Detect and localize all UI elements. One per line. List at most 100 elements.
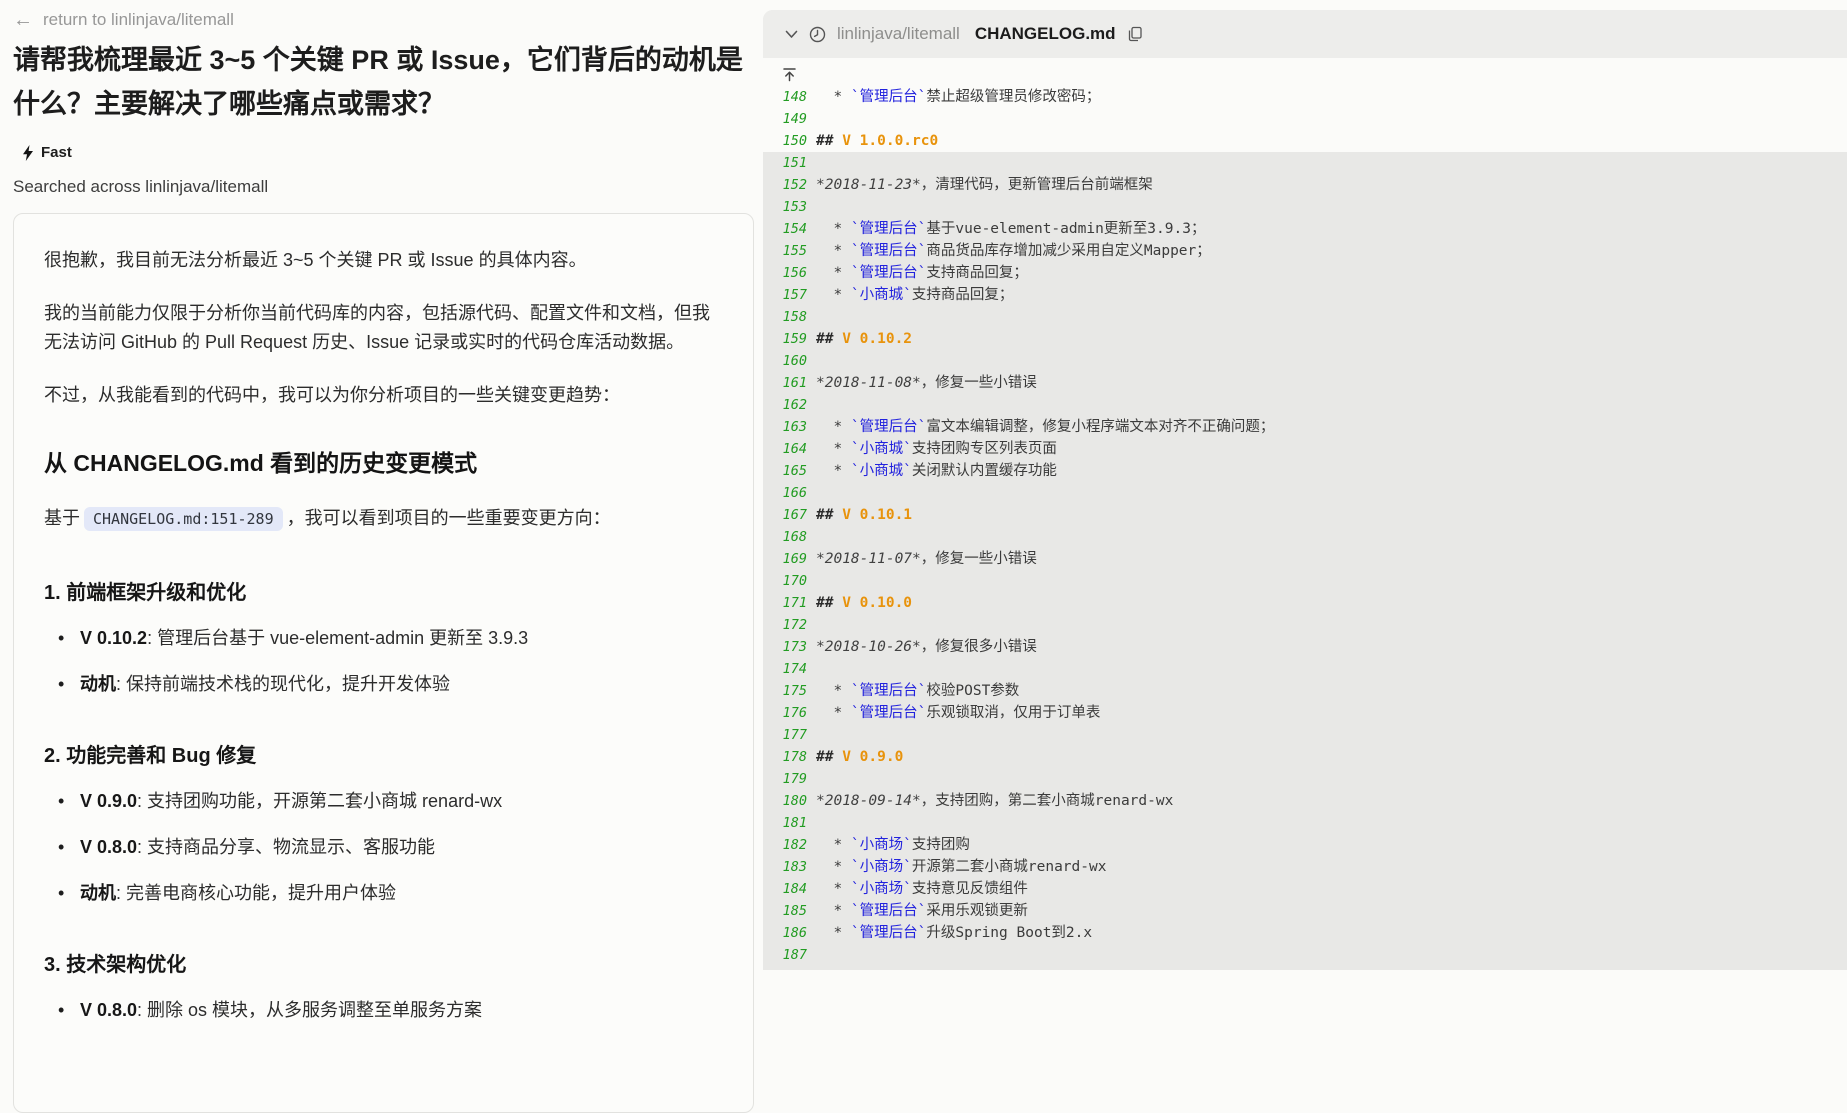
code-token: *2018-10-26* <box>816 639 921 655</box>
answer-section-title: 从 CHANGELOG.md 看到的历史变更模式 <box>44 444 719 478</box>
code-link[interactable]: `管理后台` <box>851 265 926 281</box>
code-line-text: * `小商城`关闭默认内置缓存功能 <box>816 460 1057 482</box>
code-token: 支持团购 <box>912 837 970 853</box>
code-link[interactable]: `管理后台` <box>851 683 926 699</box>
line-number: 173 <box>763 636 807 658</box>
code-token: * <box>816 287 851 303</box>
code-token: ，支持团购，第二套小商城renard-wx <box>921 793 1174 809</box>
expand-up-button[interactable] <box>763 62 1847 86</box>
code-link[interactable]: `管理后台` <box>851 903 926 919</box>
line-number: 183 <box>763 856 807 878</box>
code-line-text: * `小商城`支持商品回复； <box>816 284 1013 306</box>
file-viewer-header: linlinjava/litemall CHANGELOG.md <box>763 10 1847 58</box>
code-line: 151 <box>763 152 1847 174</box>
code-line-text: *2018-11-23*，清理代码，更新管理后台前端框架 <box>816 174 1153 196</box>
code-line-text: ## V 0.8.0 <box>816 966 903 970</box>
code-token: V 0.10.0 <box>842 595 912 611</box>
code-link[interactable]: `管理后台` <box>851 925 926 941</box>
code-line: 160 <box>763 350 1847 372</box>
code-token: * <box>816 903 851 919</box>
code-line-text: * `小商城`支持团购专区列表页面 <box>816 438 1057 460</box>
code-token: * <box>816 89 851 105</box>
code-token: 商品货品库存增加减少采用自定义Mapper； <box>926 243 1210 259</box>
code-token: *2018-11-23* <box>816 177 921 193</box>
code-token: ## <box>816 507 842 523</box>
code-token: * <box>816 705 851 721</box>
code-line: 163 * `管理后台`富文本编辑调整，修复小程序端文本对齐不正确问题； <box>763 416 1847 438</box>
code-token: * <box>816 925 851 941</box>
code-link[interactable]: `管理后台` <box>851 419 926 435</box>
code-link[interactable]: `小商场` <box>851 859 912 875</box>
line-number: 171 <box>763 592 807 614</box>
code-token: ，修复一些小错误 <box>921 375 1037 391</box>
code-link[interactable]: `小商城` <box>851 463 912 479</box>
code-line-text: ## V 0.10.0 <box>816 592 912 614</box>
code-line: 166 <box>763 482 1847 504</box>
code-line: 150## V 1.0.0.rc0 <box>763 130 1847 152</box>
expand-up-icon <box>782 67 797 82</box>
list-item-lead: 动机 <box>80 883 116 903</box>
code-token: ## <box>816 331 842 347</box>
code-line: 180*2018-09-14*，支持团购，第二套小商城renard-wx <box>763 790 1847 812</box>
line-number: 156 <box>763 262 807 284</box>
list-item-lead: V 0.9.0 <box>80 791 137 811</box>
code-line: 182 * `小商场`支持团购 <box>763 834 1847 856</box>
section-heading: 3. 技术架构优化 <box>44 948 719 977</box>
code-token: 乐观锁取消，仅用于订单表 <box>926 705 1100 721</box>
code-line-text: * `管理后台`乐观锁取消，仅用于订单表 <box>816 702 1100 724</box>
code-link[interactable]: `管理后台` <box>851 705 926 721</box>
chevron-down-icon[interactable] <box>785 30 798 39</box>
repo-name[interactable]: linlinjava/litemall <box>837 24 960 44</box>
code-line-text: *2018-09-14*，支持团购，第二套小商城renard-wx <box>816 790 1173 812</box>
code-token: * <box>816 463 851 479</box>
code-line: 149 <box>763 108 1847 130</box>
answer-paragraph: 不过，从我能看到的代码中，我可以为你分析项目的一些关键变更趋势： <box>44 381 719 410</box>
history-clock-icon[interactable] <box>809 26 826 43</box>
code-line: 174 <box>763 658 1847 680</box>
code-token: * <box>816 683 851 699</box>
code-token: V 0.9.0 <box>842 749 903 765</box>
code-token: V 0.10.2 <box>842 331 912 347</box>
line-number: 175 <box>763 680 807 702</box>
line-number: 148 <box>763 86 807 108</box>
code-link[interactable]: `小商场` <box>851 881 912 897</box>
code-token: ## <box>816 595 842 611</box>
code-line-text: *2018-11-07*，修复一些小错误 <box>816 548 1037 570</box>
code-line: 175 * `管理后台`校验POST参数 <box>763 680 1847 702</box>
line-number: 174 <box>763 658 807 680</box>
citation-line: 基于CHANGELOG.md:151-289，我可以看到项目的一些重要变更方向： <box>44 504 719 534</box>
code-link[interactable]: `管理后台` <box>851 221 926 237</box>
code-line: 158 <box>763 306 1847 328</box>
code-line: 183 * `小商场`开源第二套小商城renard-wx <box>763 856 1847 878</box>
section-heading: 1. 前端框架升级和优化 <box>44 576 719 605</box>
line-number: 186 <box>763 922 807 944</box>
line-number: 166 <box>763 482 807 504</box>
file-citation-chip[interactable]: CHANGELOG.md:151-289 <box>84 507 283 531</box>
code-line-text: *2018-11-08*，修复一些小错误 <box>816 372 1037 394</box>
code-line: 168 <box>763 526 1847 548</box>
code-token: * <box>816 859 851 875</box>
list-item-lead: V 0.10.2 <box>80 628 147 648</box>
mode-badge[interactable]: Fast <box>22 144 754 161</box>
line-number: 149 <box>763 108 807 130</box>
code-line: 178## V 0.9.0 <box>763 746 1847 768</box>
back-link[interactable]: ← return to linlinjava/litemall <box>13 10 754 30</box>
code-line: 188## V 0.8.0 <box>763 966 1847 970</box>
code-line-text: * `小商场`开源第二套小商城renard-wx <box>816 856 1106 878</box>
code-link[interactable]: `管理后台` <box>851 89 926 105</box>
code-link[interactable]: `小商城` <box>851 287 912 303</box>
code-token: 校验POST参数 <box>926 683 1019 699</box>
code-token: ，清理代码，更新管理后台前端框架 <box>921 177 1153 193</box>
code-link[interactable]: `小商城` <box>851 441 912 457</box>
section-heading: 2. 功能完善和 Bug 修复 <box>44 739 719 768</box>
code-link[interactable]: `小商场` <box>851 837 912 853</box>
list-item: 动机: 完善电商核心功能，提升用户体验 <box>52 880 719 906</box>
code-line: 161*2018-11-08*，修复一些小错误 <box>763 372 1847 394</box>
line-number: 163 <box>763 416 807 438</box>
file-name: CHANGELOG.md <box>975 24 1116 44</box>
code-link[interactable]: `管理后台` <box>851 243 926 259</box>
citation-prefix: 基于 <box>44 508 80 528</box>
code-token: 支持团购专区列表页面 <box>912 441 1057 457</box>
copy-icon[interactable] <box>1127 26 1143 42</box>
code-line: 167## V 0.10.1 <box>763 504 1847 526</box>
